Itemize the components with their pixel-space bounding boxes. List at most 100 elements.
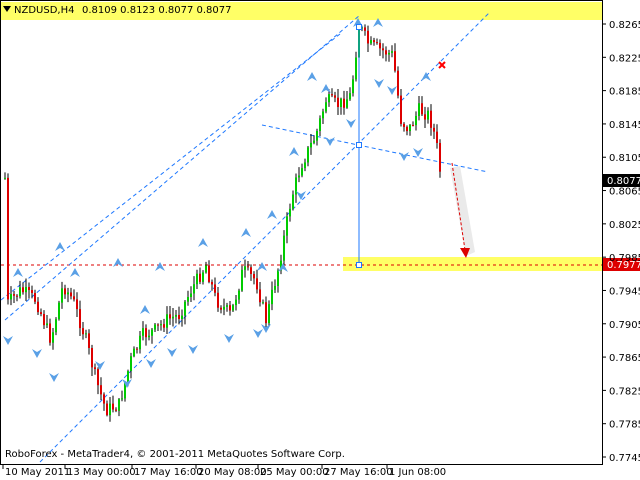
bear-candle (169, 314, 171, 319)
fractal-arrow-icon (278, 263, 288, 272)
bear-candle (100, 385, 102, 395)
trend-channels (0, 11, 491, 463)
bull-candle (52, 332, 54, 343)
fractal-arrow-icon (140, 305, 150, 314)
bear-candle (88, 333, 90, 349)
x-tick-label: 13 May 00:00 (67, 467, 136, 478)
bull-candle (298, 175, 300, 178)
fractal-arrow-icon (70, 268, 80, 277)
bull-candle (166, 314, 168, 328)
x-tick-label: 27 May 16:00 (324, 467, 393, 478)
bull-candle (172, 316, 174, 319)
bull-candle (244, 266, 246, 270)
bear-candle (76, 299, 78, 310)
bull-candle (301, 168, 303, 176)
bull-candle (355, 57, 357, 80)
plot-frame (0, 0, 603, 465)
bear-candle (256, 278, 258, 290)
fractal-arrow-icon (13, 268, 23, 277)
bear-candle (208, 265, 210, 282)
fractal-arrow-icon (321, 84, 331, 93)
bear-candle (7, 177, 9, 300)
bear-candle (211, 281, 213, 285)
bull-candle (307, 147, 309, 163)
bull-candle (241, 269, 243, 291)
y-tick-label: 0.7785 (609, 420, 640, 431)
bear-candle (220, 307, 222, 310)
bull-candle (262, 302, 264, 304)
bull-candle (286, 216, 288, 236)
bear-candle (112, 403, 114, 410)
x-tick-label: 17 May 16:00 (134, 467, 203, 478)
y-tick-label: 0.7745 (609, 453, 640, 464)
bull-candle (310, 142, 312, 148)
bull-candle (274, 285, 276, 290)
channel-upper-line (4, 14, 361, 321)
fractal-arrow-icon (399, 152, 409, 161)
bear-candle (16, 295, 18, 297)
bull-candle (202, 272, 204, 282)
bear-candle (103, 394, 105, 404)
bear-candle (337, 97, 339, 108)
bull-candle (316, 130, 318, 141)
fractal-arrow-icon (146, 359, 156, 368)
bull-candle (304, 162, 306, 169)
bear-candle (343, 98, 345, 108)
y-tick-label: 0.8145 (609, 120, 640, 131)
bull-candle (46, 323, 48, 326)
y-axis: 0.82650.82250.81850.81450.81050.80650.80… (602, 20, 640, 464)
symbol-label: NZDUSD,H4 (14, 5, 74, 16)
bull-candle (313, 140, 315, 143)
cross-icon (438, 61, 446, 69)
bear-candle (334, 95, 336, 98)
y-tick-label: 0.8265 (609, 20, 640, 31)
fractal-arrow-icon (421, 72, 431, 81)
bull-candle (235, 299, 237, 306)
bull-candle (328, 94, 330, 103)
bear-candle (106, 403, 108, 416)
ohlc-label: 0.8109 0.8123 0.8077 0.8077 (82, 5, 232, 16)
fractal-arrow-icon (224, 334, 234, 343)
bear-candle (376, 42, 378, 44)
measure-handle-top[interactable] (356, 24, 362, 30)
bull-candle (55, 319, 57, 333)
bear-candle (364, 27, 366, 31)
measure-handle-bottom[interactable] (356, 262, 362, 268)
x-axis: 10 May 201113 May 00:0017 May 16:0020 Ma… (2, 465, 446, 478)
bear-candle (199, 273, 201, 282)
y-tick-label: 0.8025 (609, 220, 640, 231)
bull-candle (187, 297, 189, 302)
bull-candle (223, 306, 225, 310)
bear-candle (436, 131, 438, 143)
fractal-arrow-icon (198, 238, 208, 247)
bull-candle (232, 305, 234, 311)
y-tick-label: 0.8105 (609, 153, 640, 164)
bull-candle (25, 287, 27, 293)
bull-candle (283, 235, 285, 261)
y-tick-label: 0.8185 (609, 87, 640, 98)
bull-candle (346, 99, 348, 108)
bull-candle (181, 315, 183, 320)
x-tick-label: 1 Jun 08:00 (389, 467, 446, 478)
bear-candle (214, 284, 216, 293)
fractal-arrow-icon (257, 262, 267, 271)
bear-candle (91, 348, 93, 368)
bear-candle (433, 127, 435, 132)
measure-handle-mid[interactable] (356, 142, 362, 148)
bull-candle (121, 398, 123, 400)
fractal-arrow-icon (289, 147, 299, 156)
bear-candle (34, 292, 36, 302)
bear-candle (229, 305, 231, 311)
bear-candle (22, 287, 24, 293)
bull-candle (289, 208, 291, 217)
bull-candle (226, 305, 228, 307)
current-price-label: 0.8077 (607, 176, 640, 187)
bear-candle (157, 324, 159, 326)
bull-candle (4, 177, 6, 179)
bull-candle (133, 348, 135, 357)
bull-candle (184, 301, 186, 316)
bull-candle (292, 194, 294, 209)
x-tick-label: 10 May 2011 (5, 467, 70, 478)
bull-candle (151, 329, 153, 336)
fractal-arrow-icon (95, 361, 105, 370)
